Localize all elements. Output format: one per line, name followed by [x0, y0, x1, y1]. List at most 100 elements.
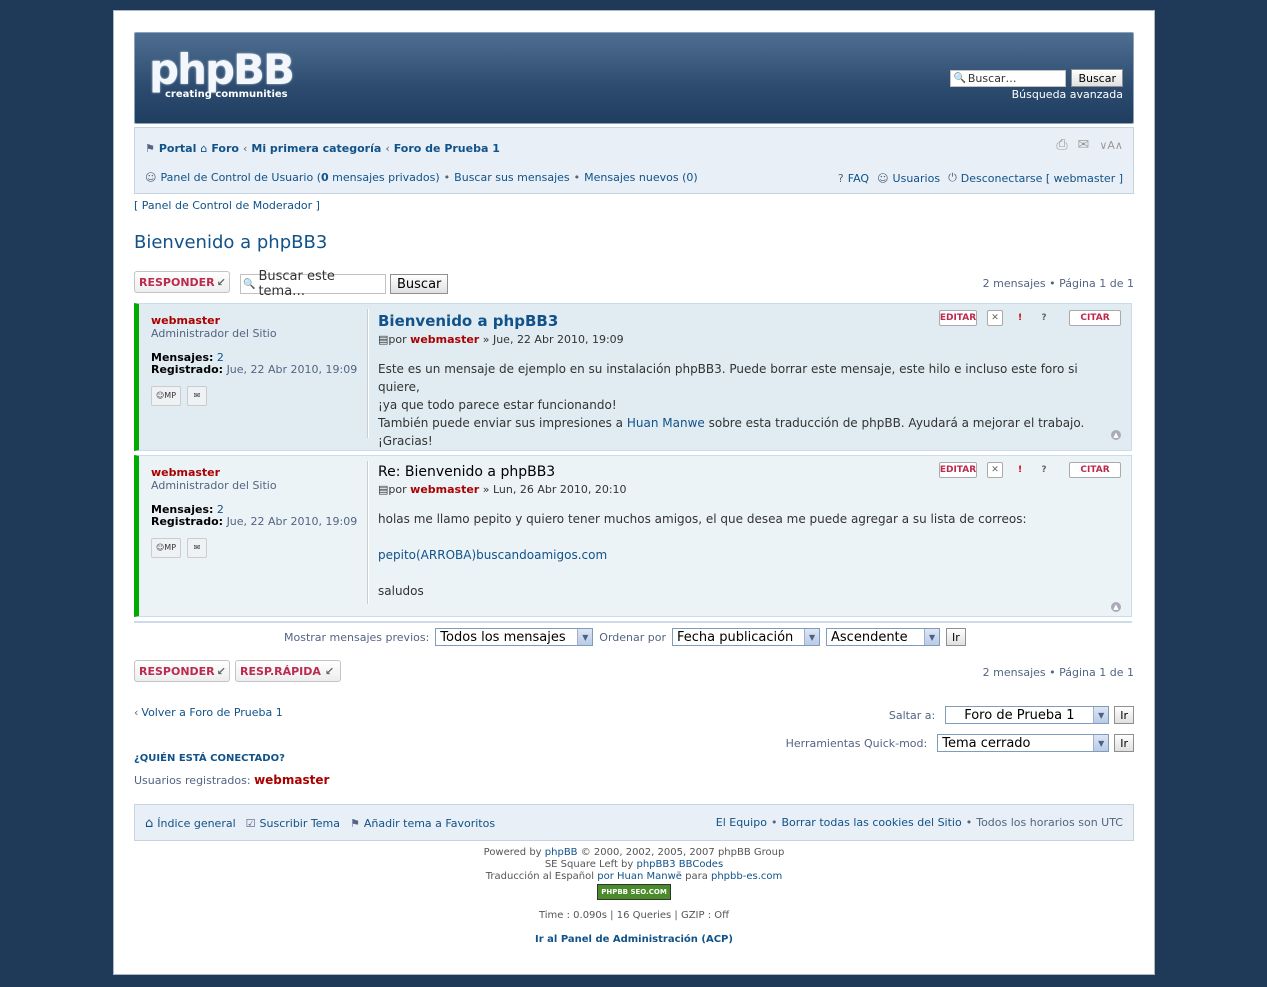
edit-button[interactable]: EDITAR [939, 462, 977, 478]
post-profile: webmaster Administrador del Sitio Mensaj… [151, 314, 361, 406]
topic-title[interactable]: Bienvenido a phpBB3 [134, 232, 327, 253]
post-author-line: ▤por webmaster » Lun, 26 Abr 2010, 20:10 [378, 483, 627, 496]
bbcodes-link[interactable]: phpBB3 BBCodes [637, 859, 724, 870]
checkbox-icon: ☑ [245, 817, 256, 830]
email-button[interactable]: ✉ [187, 538, 207, 558]
quote-button[interactable]: CITAR [1069, 462, 1121, 478]
search-button[interactable]: Buscar [1071, 69, 1123, 87]
breadcrumb-forum[interactable]: Foro [211, 142, 239, 155]
post-icon: ▤ [378, 483, 389, 496]
breadcrumb-category[interactable]: Mi primera categoría [251, 142, 381, 155]
joined-date: Jue, 22 Abr 2010, 19:09 [226, 515, 358, 528]
chevron-down-icon: ▼ [577, 629, 593, 645]
quickmod-select[interactable]: Tema cerrado ▼ [937, 734, 1110, 752]
timezone-text: Todos los horarios son UTC [976, 816, 1123, 829]
post-divider [367, 309, 369, 438]
translator-link[interactable]: por Huan Manwë [597, 871, 682, 882]
jump-select[interactable]: Foro de Prueba 1 ▼ [945, 706, 1110, 724]
show-select[interactable]: Todos los mensajes ▼ [435, 628, 594, 646]
pm-button[interactable]: ☺MP [151, 386, 181, 406]
jump-go-button[interactable]: Ir [1114, 706, 1134, 724]
bookmark-link[interactable]: Añadir tema a Favoritos [364, 817, 495, 830]
report-icon[interactable]: ! [1013, 311, 1027, 325]
post-body: Re: Bienvenido a phpBB3 ▤por webmaster »… [378, 464, 1121, 600]
breadcrumb-portal[interactable]: Portal [159, 142, 197, 155]
print-icon[interactable]: ⎙ [1056, 137, 1067, 153]
reply-button[interactable]: RESPONDER ↙ [134, 271, 230, 293]
quote-button[interactable]: CITAR [1069, 310, 1121, 326]
post-divider [367, 461, 369, 604]
online-title[interactable]: ¿QUIÉN ESTÁ CONECTADO? [134, 753, 285, 764]
info-icon[interactable]: ? [1037, 463, 1051, 477]
topic-search-button[interactable]: Buscar [390, 274, 449, 294]
phpbb-link[interactable]: phpBB [545, 847, 578, 858]
delete-icon[interactable]: ✕ [987, 310, 1003, 326]
page-tools: ⎙ ✉ ∨A∧ [1056, 137, 1123, 153]
faq-link[interactable]: FAQ [848, 172, 869, 185]
reply-arrow-icon: ↙ [216, 664, 226, 678]
report-icon[interactable]: ! [1013, 463, 1027, 477]
order-select[interactable]: Fecha publicación ▼ [672, 628, 821, 646]
email-button[interactable]: ✉ [187, 386, 207, 406]
sort-go-button[interactable]: Ir [946, 628, 966, 646]
chevron-left-icon: ‹ [134, 706, 139, 719]
post-author-link[interactable]: webmaster [410, 333, 479, 346]
post-2: webmaster Administrador del Sitio Mensaj… [134, 455, 1132, 617]
search-icon: 🔍 [243, 278, 256, 290]
quick-reply-button[interactable]: RESP.RÁPIDA ↙ [235, 660, 341, 682]
phpbb-logo[interactable]: phpBB creating communities [149, 45, 295, 100]
index-link[interactable]: Índice general [157, 817, 235, 830]
email-icon[interactable]: ✉ [1078, 137, 1090, 153]
quickmod-go-button[interactable]: Ir [1114, 734, 1134, 752]
post-body: Bienvenido a phpBB3 ▤por webmaster » Jue… [378, 312, 1121, 450]
direction-select[interactable]: Ascendente ▼ [826, 628, 941, 646]
email-text-link[interactable]: pepito(ARROBA)buscandoamigos.com [378, 546, 1121, 564]
user-links: ? FAQ ☺ Usuarios ⏻ Desconectarse [ webma… [838, 171, 1123, 185]
acp-link[interactable]: Ir al Panel de Administración (ACP) [114, 934, 1154, 946]
font-size-icon[interactable]: ∨A∧ [1099, 139, 1123, 152]
team-link[interactable]: El Equipo [716, 816, 767, 829]
post-author[interactable]: webmaster [151, 466, 361, 479]
post-author-link[interactable]: webmaster [410, 483, 479, 496]
subscribe-link[interactable]: Suscribir Tema [260, 817, 340, 830]
phpbb-seo-badge[interactable]: PHPBB SEO.COM [597, 884, 671, 900]
new-posts-link[interactable]: Mensajes nuevos (0) [584, 171, 698, 184]
quickmod-box: Herramientas Quick-mod: Tema cerrado ▼ Ir [786, 734, 1134, 752]
ucp-link[interactable]: Panel de Control de Usuario (0 mensajes … [160, 171, 439, 184]
chevron-down-icon: ▼ [1093, 735, 1109, 751]
chevron-down-icon: ▼ [924, 629, 940, 645]
email-icon: ✉ [193, 391, 201, 400]
breadcrumb-subforum[interactable]: Foro de Prueba 1 [394, 142, 500, 155]
logout-link[interactable]: Desconectarse [ webmaster ] [961, 172, 1123, 185]
email-icon: ✉ [193, 543, 201, 552]
user-icon: ☺ [145, 171, 157, 184]
return-link[interactable]: Volver a Foro de Prueba 1 [141, 706, 282, 719]
mcp-link[interactable]: [ Panel de Control de Moderador ] [134, 199, 320, 212]
post-author[interactable]: webmaster [151, 314, 361, 327]
order-label: Ordenar por [599, 630, 667, 644]
delete-icon[interactable]: ✕ [987, 462, 1003, 478]
header-search: 🔍 Buscar… Buscar Búsqueda avanzada [950, 69, 1123, 101]
return-link-row: ‹ Volver a Foro de Prueba 1 [134, 706, 283, 719]
author-link[interactable]: Huan Manwe [627, 416, 705, 430]
home-icon: ⌂ [145, 816, 154, 831]
back-to-top-icon[interactable]: ▲ [1111, 430, 1121, 440]
advanced-search-link[interactable]: Búsqueda avanzada [950, 88, 1123, 101]
search-input[interactable]: 🔍 Buscar… [950, 69, 1067, 87]
online-user-link[interactable]: webmaster [254, 773, 329, 787]
copyright: Powered by phpBB © 2000, 2002, 2005, 200… [114, 847, 1154, 900]
chevron-down-icon: ▼ [804, 629, 820, 645]
topic-search-input[interactable]: 🔍 Buscar este tema… [240, 269, 386, 299]
search-own-posts-link[interactable]: Buscar sus mensajes [454, 171, 569, 184]
back-to-top-icon[interactable]: ▲ [1111, 602, 1121, 612]
jump-box: Saltar a: Foro de Prueba 1 ▼ Ir [889, 706, 1134, 724]
edit-button[interactable]: EDITAR [939, 310, 977, 326]
cookies-link[interactable]: Borrar todas las cookies del Sitio [781, 816, 961, 829]
pm-button[interactable]: ☺MP [151, 538, 181, 558]
info-icon[interactable]: ? [1037, 311, 1051, 325]
debug-stats: Time : 0.090s | 16 Queries | GZIP : Off [538, 910, 730, 921]
faq-icon: ? [837, 171, 844, 185]
reply-button-bottom[interactable]: RESPONDER ↙ [134, 660, 230, 682]
phpbb-es-link[interactable]: phpbb-es.com [711, 871, 782, 882]
users-link[interactable]: Usuarios [893, 172, 941, 185]
